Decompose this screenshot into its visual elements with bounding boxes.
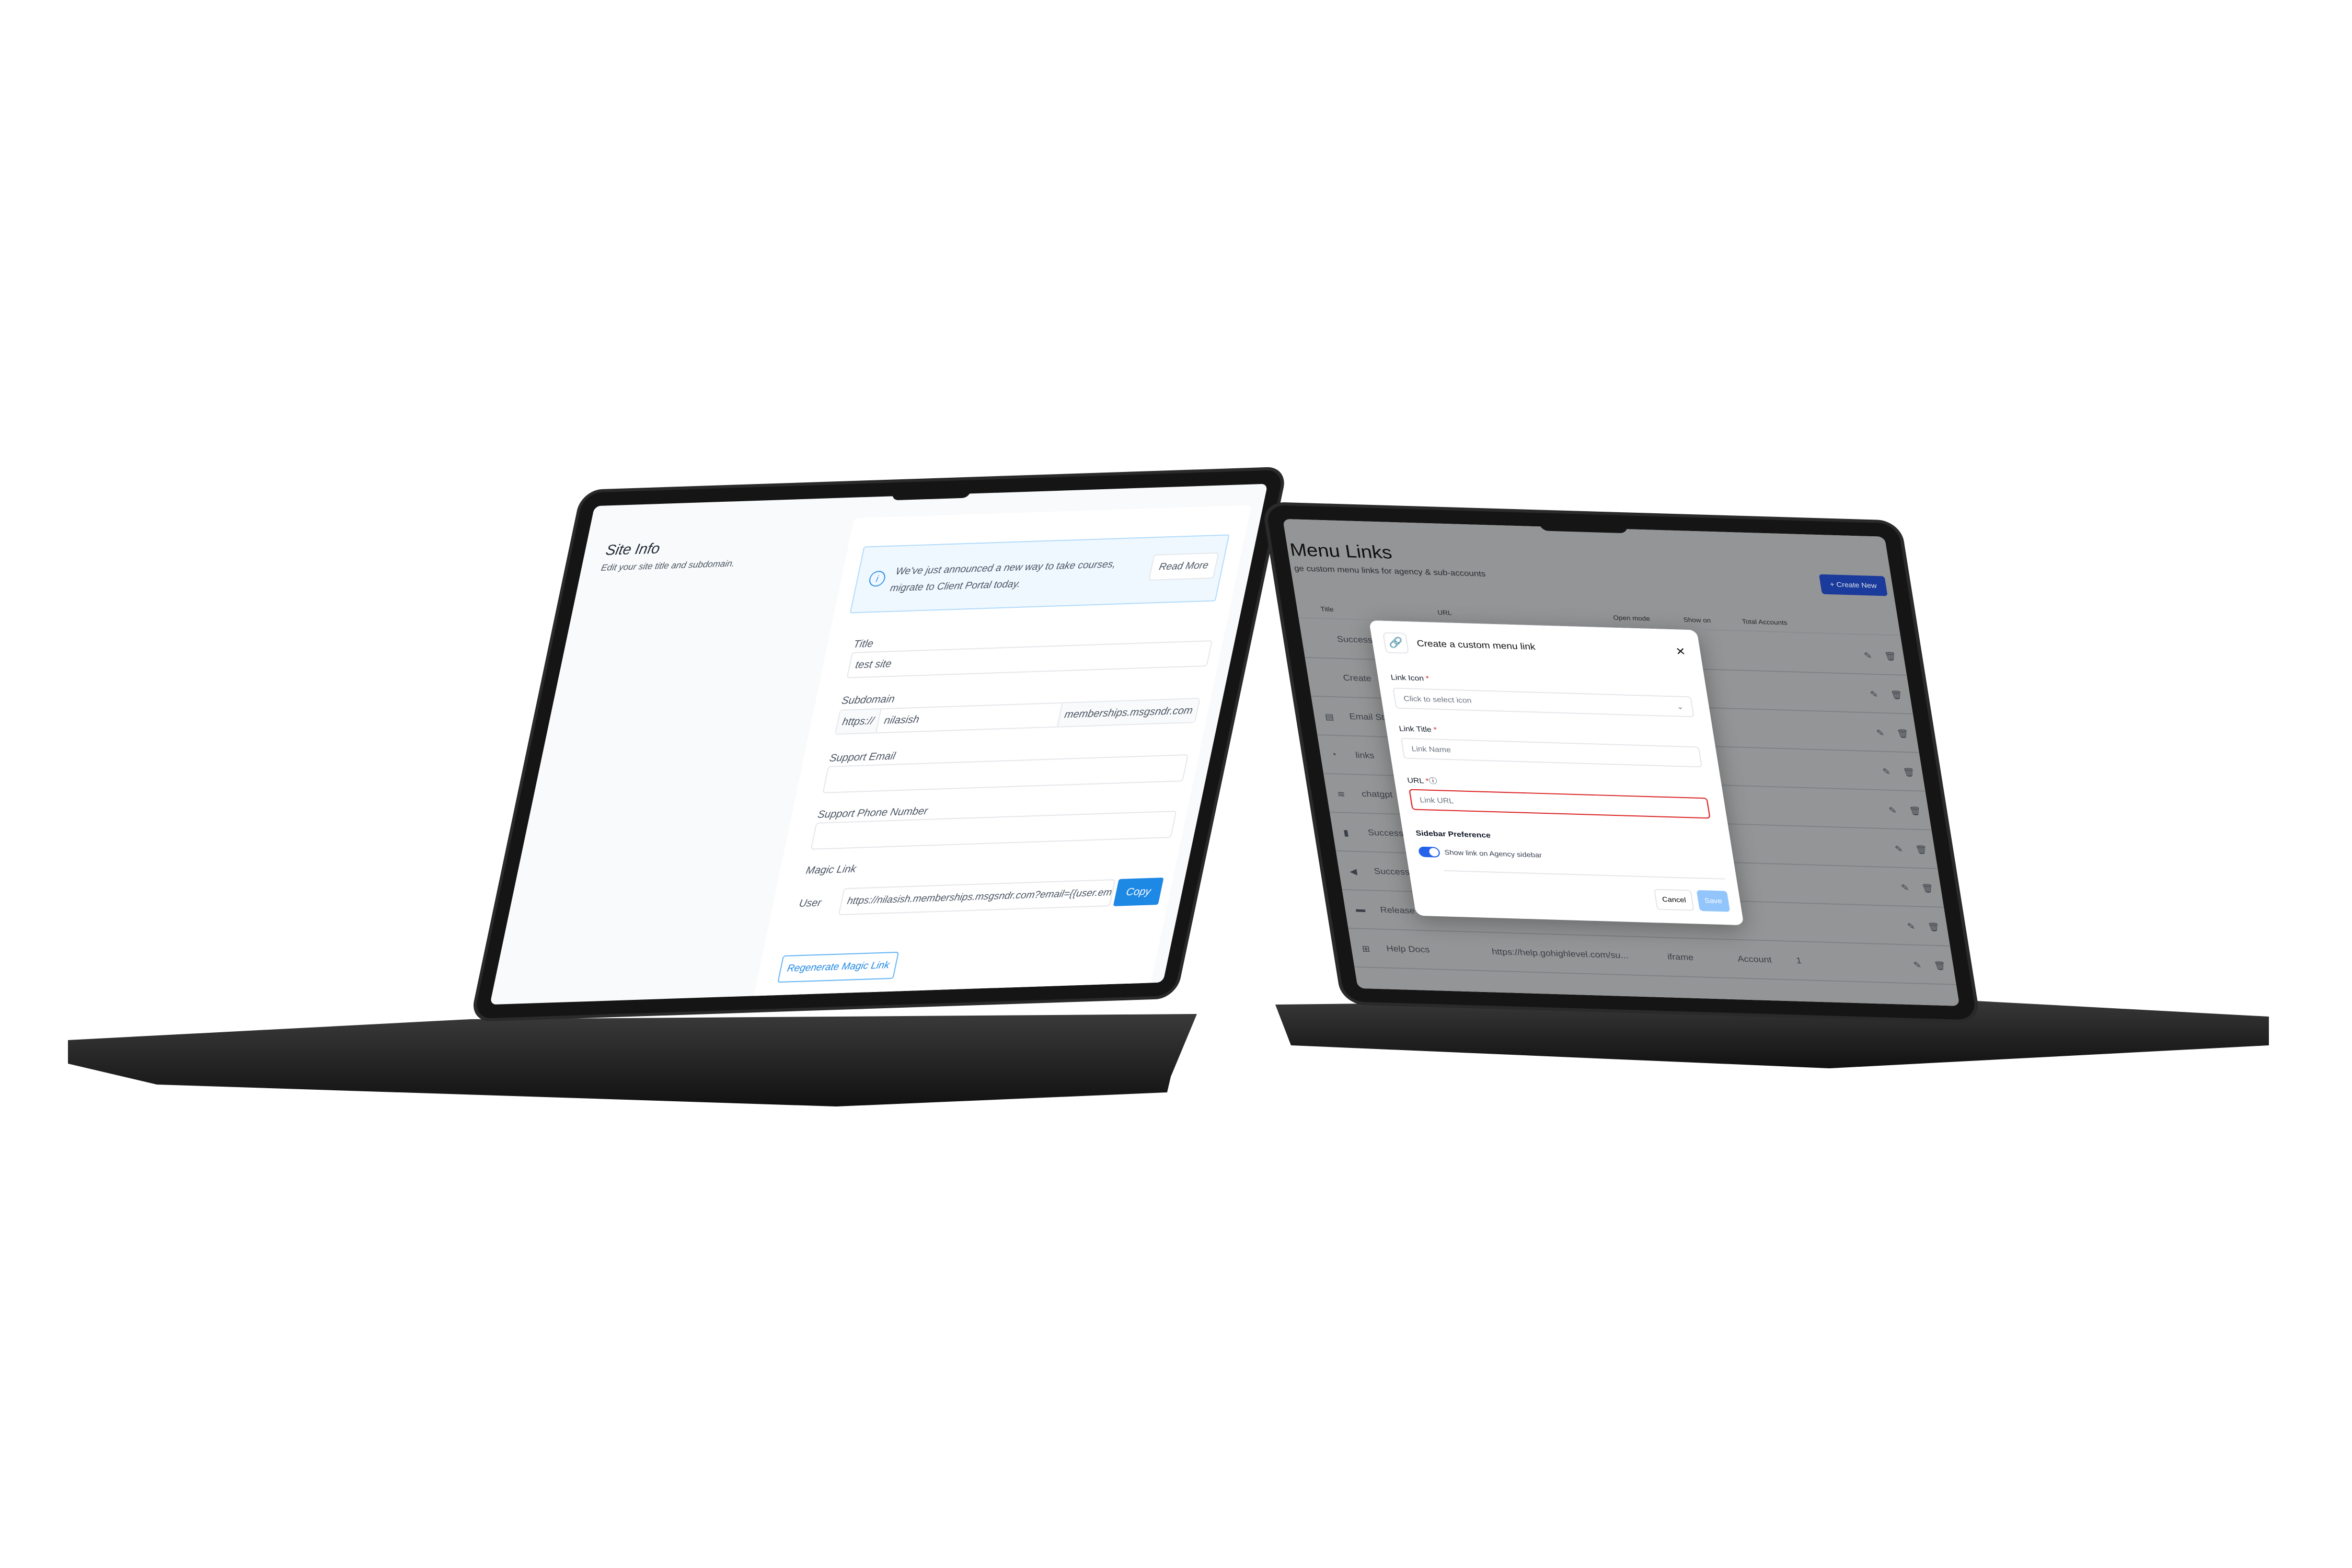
link-icon: 🔗 — [1382, 632, 1410, 654]
column-show-on: Show on — [1682, 616, 1712, 625]
regenerate-magic-link-button[interactable]: Regenerate Magic Link — [777, 951, 900, 983]
copy-button[interactable]: Copy — [1113, 877, 1164, 906]
column-open-mode: Open mode — [1612, 614, 1651, 622]
subdomain-prefix: https:// — [836, 709, 882, 734]
support-email-label: Support Email — [828, 750, 897, 764]
magic-link-input[interactable]: https://nilasish.memberships.msgsndr.com… — [838, 879, 1116, 916]
agency-sidebar-toggle[interactable] — [1417, 846, 1441, 858]
close-icon[interactable]: ✕ — [1675, 645, 1687, 659]
link-icon-label: Link Icon — [1390, 673, 1425, 683]
announcement-banner: i We've just announced a new way to take… — [849, 534, 1230, 614]
right-laptop-screen: Menu Links ge custom menu links for agen… — [1265, 505, 1977, 1020]
read-more-button[interactable]: Read More — [1148, 552, 1219, 581]
menu-links-page: Menu Links ge custom menu links for agen… — [1283, 518, 1960, 1006]
camera-notch — [891, 480, 973, 501]
column-url: URL — [1437, 608, 1452, 617]
column-title: Title — [1320, 605, 1334, 613]
cancel-button[interactable]: Cancel — [1653, 889, 1694, 911]
link-icon-select[interactable]: Click to select icon ⌄ — [1392, 687, 1694, 718]
user-label: User — [798, 897, 823, 909]
section-title: Site Info — [604, 540, 662, 558]
site-info-card: i We've just announced a new way to take… — [748, 505, 1252, 1005]
banner-text-line2: migrate to Client Portal today. — [889, 579, 1022, 594]
column-total-accounts: Total Accounts — [1741, 617, 1788, 627]
sidebar-preference-heading: Sidebar Preference — [1415, 828, 1491, 839]
create-new-button[interactable]: + Create New — [1819, 574, 1888, 596]
title-label: Title — [852, 638, 875, 650]
help-icon[interactable]: ⓘ — [1428, 777, 1438, 785]
section-subtitle: Edit your site title and subdomain. — [600, 558, 736, 573]
link-icon-placeholder: Click to select icon — [1403, 694, 1472, 705]
camera-notch — [1537, 513, 1629, 534]
magic-link-label: Magic Link — [804, 863, 858, 877]
modal-title: Create a custom menu link — [1416, 638, 1536, 652]
chevron-down-icon: ⌄ — [1676, 701, 1684, 711]
subdomain-suffix: memberships.msgsndr.com — [1057, 699, 1200, 727]
required-mark: * — [1433, 725, 1438, 734]
page-title: Menu Links — [1288, 539, 1393, 563]
subdomain-input[interactable]: nilasish — [878, 709, 1060, 727]
divider — [1444, 870, 1725, 880]
banner-text-line1: We've just announced a new way to take c… — [894, 559, 1117, 578]
url-input[interactable]: Link URL — [1409, 789, 1711, 819]
create-menu-link-modal: 🔗 Create a custom menu link ✕ Link Icon … — [1369, 620, 1744, 926]
left-laptop-screen: Site Info Edit your site title and subdo… — [473, 469, 1284, 1019]
toggle-label: Show link on Agency sidebar — [1444, 848, 1543, 859]
link-title-label: Link Title — [1398, 724, 1432, 734]
save-button[interactable]: Save — [1696, 890, 1731, 912]
title-input[interactable]: test site — [846, 640, 1213, 678]
url-label: URL — [1406, 776, 1424, 785]
info-icon: i — [868, 570, 887, 587]
site-info-page: Site Info Edit your site title and subdo… — [490, 483, 1268, 1005]
support-phone-label: Support Phone Number — [816, 805, 929, 821]
left-laptop-base — [68, 1014, 1197, 1106]
subdomain-label: Subdomain — [840, 693, 896, 707]
link-title-input[interactable]: Link Name — [1400, 737, 1703, 768]
required-mark: * — [1425, 674, 1430, 683]
